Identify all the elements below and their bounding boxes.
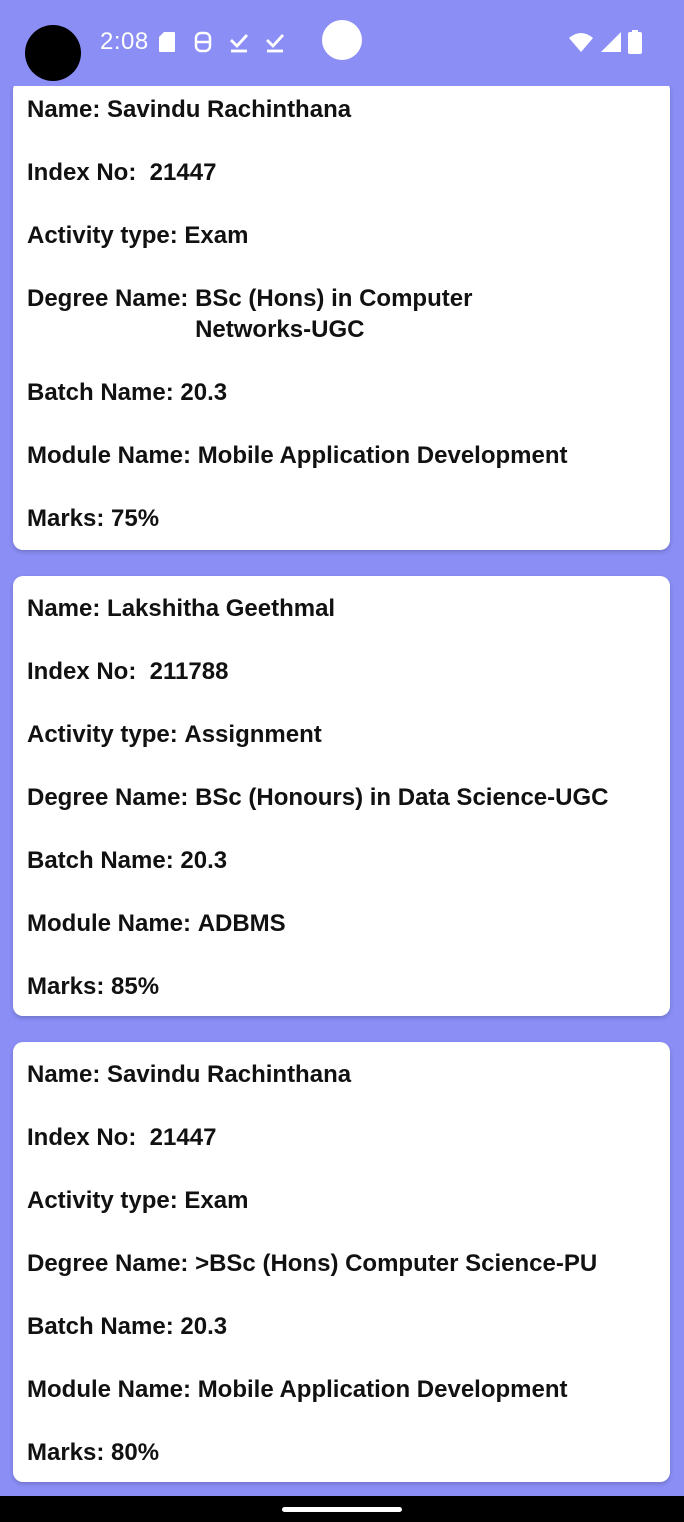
batch-label: Batch Name:: [27, 1313, 181, 1340]
notification-dot-icon: [322, 20, 362, 60]
batch-label: Batch Name:: [27, 847, 181, 874]
batch-value: 20.3: [180, 847, 228, 874]
activity-label: Activity type:: [27, 721, 185, 748]
activity-row: Activity type: Assignment: [27, 719, 656, 750]
marks-label: Marks:: [27, 1439, 112, 1466]
degree-row: Degree Name: >BSc (Hons) Computer Scienc…: [27, 1248, 656, 1279]
name-row: Name: Savindu Rachinthana: [27, 1059, 656, 1090]
marks-value: 85%: [111, 973, 160, 1000]
result-card[interactable]: Name: Savindu Rachinthana Index No: 2144…: [13, 1042, 670, 1482]
index-label: Index No:: [27, 1124, 150, 1151]
batch-value: 20.3: [180, 379, 228, 406]
batch-value: 20.3: [180, 1313, 228, 1340]
index-value: 21447: [149, 159, 217, 186]
module-label: Module Name:: [27, 1376, 198, 1403]
wifi-icon: [568, 31, 594, 58]
module-row: Module Name: Mobile Application Developm…: [27, 440, 656, 471]
index-label: Index No:: [27, 159, 150, 186]
index-value: 21447: [149, 1124, 217, 1151]
batch-row: Batch Name: 20.3: [27, 1311, 656, 1342]
module-row: Module Name: Mobile Application Developm…: [27, 1374, 656, 1405]
marks-label: Marks:: [27, 973, 112, 1000]
name-label: Name:: [27, 96, 108, 123]
download-done-icon: [264, 30, 286, 54]
index-row: Index No: 211788: [27, 656, 656, 687]
module-row: Module Name: ADBMS: [27, 908, 656, 939]
degree-label: Degree Name:: [27, 1250, 196, 1277]
degree-row: Degree Name: BSc (Hons) in Computer Netw…: [27, 283, 656, 345]
system-icons: [568, 30, 642, 59]
degree-value: >BSc (Hons) Computer Science-PU: [195, 1250, 598, 1277]
name-row: Name: Savindu Rachinthana: [27, 94, 656, 125]
module-value: Mobile Application Development: [197, 1376, 568, 1403]
name-value: Lakshitha Geethmal: [107, 595, 336, 622]
results-list[interactable]: Name: Savindu Rachinthana Index No: 2144…: [0, 86, 684, 1496]
index-label: Index No:: [27, 658, 150, 685]
activity-value: Exam: [184, 1187, 249, 1214]
degree-value: BSc (Honours) in Data Science-UGC: [195, 784, 609, 811]
module-label: Module Name:: [27, 442, 198, 469]
activity-value: Exam: [184, 222, 249, 249]
status-time: 2:08: [100, 28, 149, 55]
index-row: Index No: 21447: [27, 1122, 656, 1153]
result-card[interactable]: Name: Lakshitha Geethmal Index No: 21178…: [13, 576, 670, 1016]
degree-row: Degree Name: BSc (Honours) in Data Scien…: [27, 782, 656, 813]
marks-value: 80%: [111, 1439, 160, 1466]
batch-row: Batch Name: 20.3: [27, 377, 656, 408]
name-value: Savindu Rachinthana: [107, 1061, 352, 1088]
name-value: Savindu Rachinthana: [107, 96, 352, 123]
marks-label: Marks:: [27, 505, 112, 532]
index-row: Index No: 21447: [27, 157, 656, 188]
sd-card-icon: [156, 30, 178, 54]
notification-icons: [156, 30, 286, 54]
battery-icon: [628, 30, 642, 59]
marks-row: Marks: 75%: [27, 503, 656, 534]
camera-cutout: [25, 25, 81, 81]
module-label: Module Name:: [27, 910, 198, 937]
activity-value: Assignment: [184, 721, 322, 748]
name-row: Name: Lakshitha Geethmal: [27, 593, 656, 624]
degree-label: Degree Name:: [27, 784, 196, 811]
cell-signal-icon: [600, 31, 622, 58]
activity-row: Activity type: Exam: [27, 1185, 656, 1216]
marks-value: 75%: [111, 505, 160, 532]
module-value: Mobile Application Development: [197, 442, 568, 469]
result-card[interactable]: Name: Savindu Rachinthana Index No: 2144…: [13, 86, 670, 550]
accessibility-icon: [192, 30, 214, 54]
name-label: Name:: [27, 1061, 108, 1088]
activity-label: Activity type:: [27, 222, 185, 249]
home-gesture-handle[interactable]: [282, 1507, 402, 1512]
activity-label: Activity type:: [27, 1187, 185, 1214]
degree-label: Degree Name:: [27, 285, 196, 312]
marks-row: Marks: 85%: [27, 971, 656, 1002]
degree-value: BSc (Hons) in Computer Networks-UGC: [195, 285, 473, 343]
index-value: 211788: [149, 658, 229, 685]
activity-row: Activity type: Exam: [27, 220, 656, 251]
batch-row: Batch Name: 20.3: [27, 845, 656, 876]
name-label: Name:: [27, 595, 108, 622]
status-bar: 2:08: [0, 0, 684, 86]
download-done-icon: [228, 30, 250, 54]
module-value: ADBMS: [197, 910, 286, 937]
marks-row: Marks: 80%: [27, 1437, 656, 1468]
batch-label: Batch Name:: [27, 379, 181, 406]
